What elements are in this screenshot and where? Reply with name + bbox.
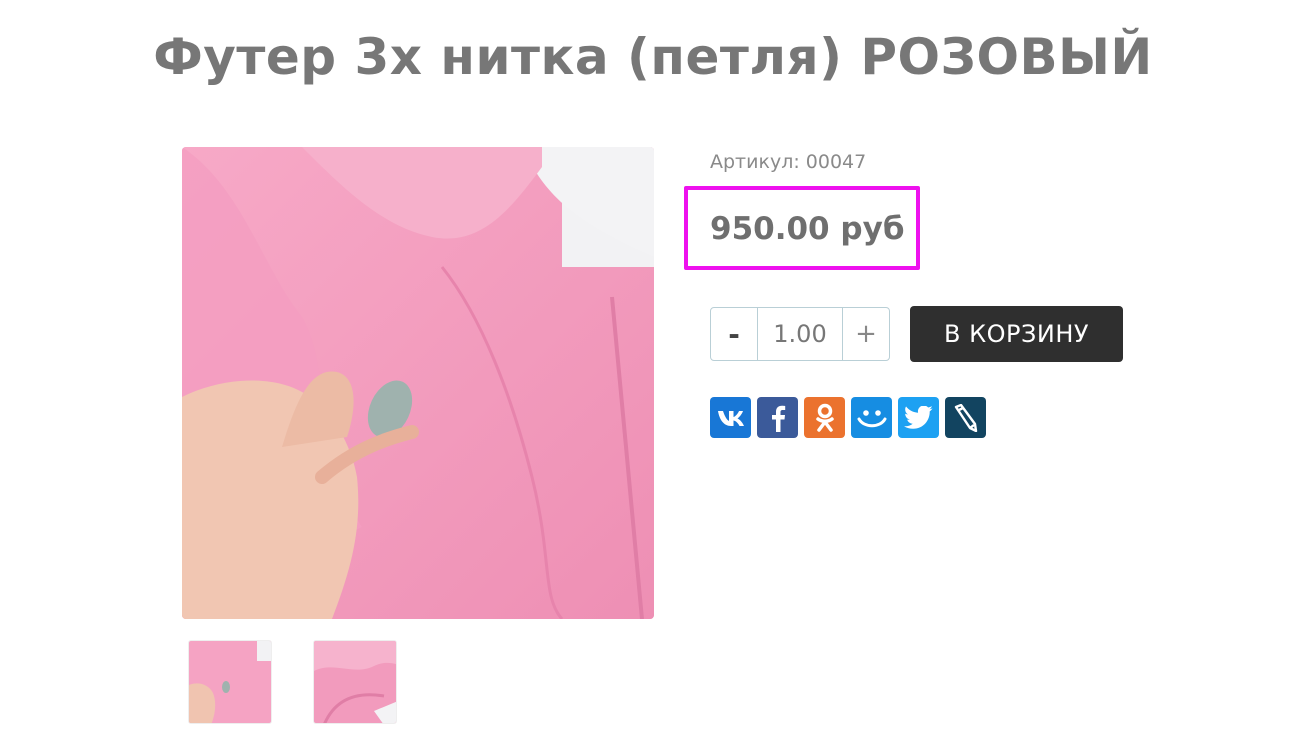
product-thumbnail[interactable] xyxy=(188,640,272,724)
share-moimir-button[interactable] xyxy=(851,397,892,438)
vk-icon xyxy=(717,410,744,426)
share-odnoklassniki-button[interactable] xyxy=(804,397,845,438)
share-buttons xyxy=(710,397,986,438)
facebook-icon xyxy=(771,405,785,432)
livejournal-icon xyxy=(954,403,977,432)
share-facebook-button[interactable] xyxy=(757,397,798,438)
quantity-decrease-button[interactable]: - xyxy=(711,308,758,360)
moimir-icon xyxy=(857,409,886,427)
share-twitter-button[interactable] xyxy=(898,397,939,438)
product-sku: Артикул: 00047 xyxy=(710,151,867,173)
share-livejournal-button[interactable] xyxy=(945,397,986,438)
quantity-input[interactable] xyxy=(758,308,842,360)
quantity-increase-button[interactable]: + xyxy=(842,308,889,360)
share-vk-button[interactable] xyxy=(710,397,751,438)
product-thumbnail[interactable] xyxy=(313,640,397,724)
product-price: 950.00 руб xyxy=(710,211,905,247)
add-to-cart-button[interactable]: В КОРЗИНУ xyxy=(910,306,1123,362)
quantity-stepper: - + xyxy=(710,307,890,361)
odnoklassniki-icon xyxy=(815,403,834,432)
product-title: Футер 3х нитка (петля) РОЗОВЫЙ xyxy=(153,28,1153,86)
product-main-image[interactable] xyxy=(182,147,654,619)
twitter-icon xyxy=(903,405,933,429)
